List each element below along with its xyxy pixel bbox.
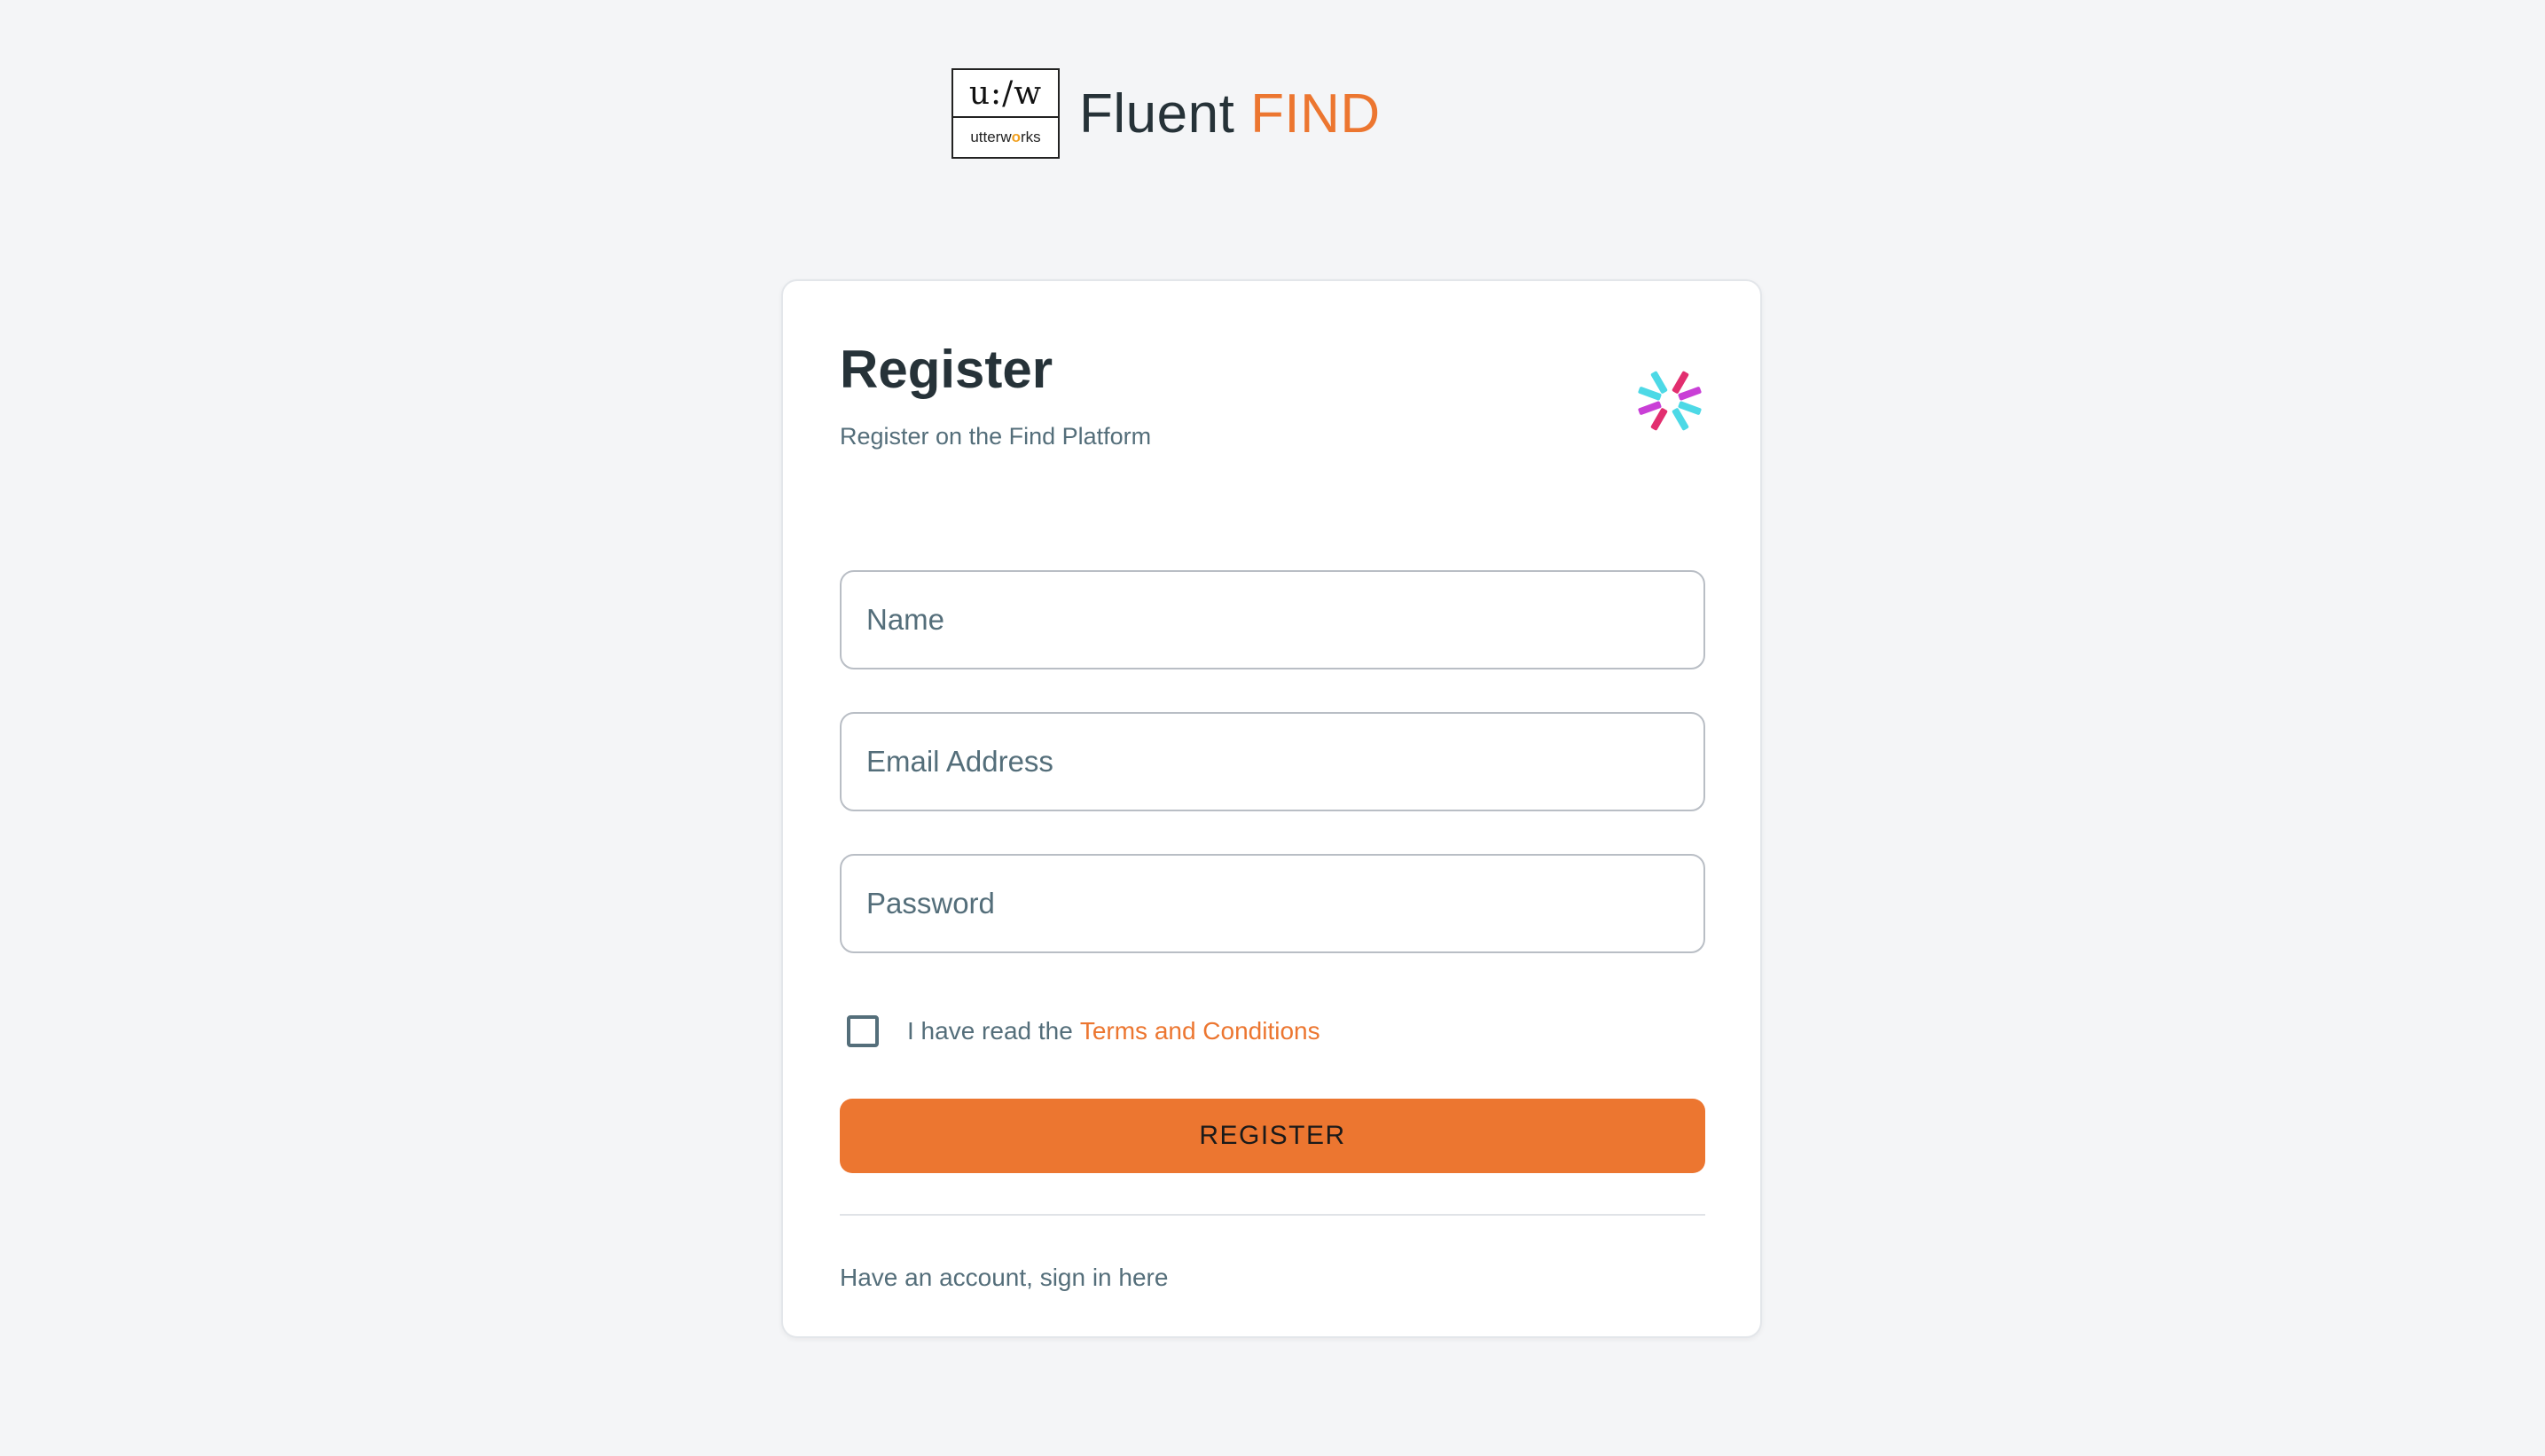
name-input[interactable]: [842, 572, 1703, 668]
utterworks-logo: u:/w utterw o rks: [951, 68, 1060, 159]
logo-wordmark-dot: o: [1011, 129, 1021, 145]
product-name-prefix: Fluent: [1079, 82, 1235, 145]
spark-rays: [1638, 371, 1702, 431]
email-field[interactable]: [840, 712, 1705, 811]
name-field[interactable]: [840, 570, 1705, 669]
email-input[interactable]: [842, 714, 1703, 810]
product-name: Fluent FIND: [1079, 82, 1381, 145]
sign-in-link[interactable]: Have an account, sign in here: [840, 1264, 1168, 1292]
terms-checkbox[interactable]: [847, 1015, 879, 1047]
card-title: Register: [840, 340, 1053, 399]
card-subtitle: Register on the Find Platform: [840, 423, 1152, 450]
logo-monogram: u:/w: [953, 70, 1058, 118]
password-field[interactable]: [840, 854, 1705, 953]
terms-link[interactable]: Terms and Conditions: [1080, 1017, 1320, 1045]
password-input[interactable]: [842, 856, 1703, 951]
logo-wordmark-part: rks: [1021, 129, 1041, 145]
terms-row: I have read the Terms and Conditions: [847, 1015, 1320, 1047]
logo-wordmark-part: utterw: [970, 129, 1012, 145]
register-page: u:/w utterw o rks Fluent FIND Register Reg…: [0, 0, 2545, 1456]
spark-logo-icon: [1638, 371, 1702, 431]
brand-header: u:/w utterw o rks Fluent FIND: [951, 68, 1381, 159]
logo-wordmark: utterw o rks: [953, 118, 1058, 157]
terms-label: I have read the: [907, 1017, 1073, 1045]
divider: [840, 1214, 1705, 1216]
register-button[interactable]: REGISTER: [840, 1099, 1705, 1173]
register-card: Register Register on the Find Platform N…: [781, 279, 1762, 1338]
product-name-accent: FIND: [1250, 82, 1381, 145]
